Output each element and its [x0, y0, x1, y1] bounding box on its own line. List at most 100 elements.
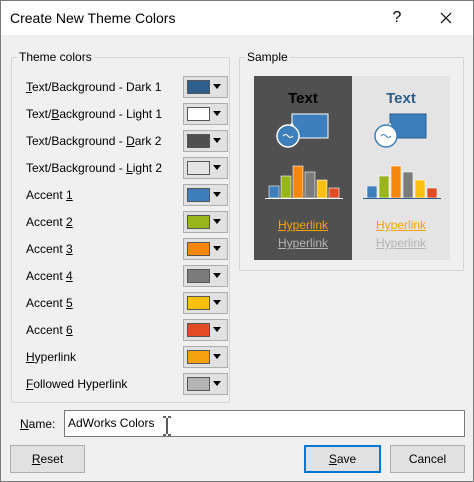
color-row: Accent 3	[26, 238, 228, 260]
sample-bar	[292, 165, 304, 199]
color-row-label: Accent 4	[26, 269, 73, 283]
color-swatch	[187, 134, 210, 148]
color-swatch	[187, 161, 210, 175]
dialog-title: Create New Theme Colors	[10, 10, 176, 26]
sample-dark-text: Text	[288, 90, 318, 107]
text-cursor-icon	[163, 416, 171, 436]
sample-bar	[316, 179, 328, 199]
color-swatch	[187, 296, 210, 310]
color-row: Accent 5	[26, 292, 228, 314]
dropdown-arrow-icon	[213, 84, 221, 89]
color-swatch	[187, 323, 210, 337]
color-row-label: Accent 3	[26, 242, 73, 256]
color-picker-dropdown[interactable]	[183, 76, 228, 98]
sample-preview: Text Hyperlink Hyperlink Text Hyperlink …	[254, 76, 450, 260]
dialog-window: Create New Theme Colors ? Theme colors T…	[0, 0, 474, 482]
color-picker-dropdown[interactable]	[183, 211, 228, 233]
sample-group: Sample Text Hyperlink Hyperlink Text Hyp…	[239, 50, 464, 271]
dropdown-arrow-icon	[213, 111, 221, 116]
color-swatch	[187, 107, 210, 121]
sample-light-panel: Text Hyperlink Hyperlink	[352, 76, 450, 260]
color-swatch	[187, 188, 210, 202]
color-swatch	[187, 242, 210, 256]
close-icon	[440, 12, 452, 24]
color-row: Text/Background - Dark 1	[26, 76, 228, 98]
color-row: Accent 1	[26, 184, 228, 206]
sample-light-bars-icon	[363, 165, 441, 199]
sample-bar	[414, 179, 426, 199]
theme-colors-group: Theme colors Text/Background - Dark 1 Tex…	[11, 50, 230, 403]
dropdown-arrow-icon	[213, 192, 221, 197]
dropdown-arrow-icon	[213, 273, 221, 278]
sample-bar	[390, 165, 402, 199]
color-row-label: Accent 5	[26, 296, 73, 310]
color-row-label: Text/Background - Dark 1	[26, 80, 162, 94]
color-picker-dropdown[interactable]	[183, 319, 228, 341]
color-picker-dropdown[interactable]	[183, 157, 228, 179]
color-swatch	[187, 215, 210, 229]
color-picker-dropdown[interactable]	[183, 373, 228, 395]
color-picker-dropdown[interactable]	[183, 292, 228, 314]
sample-dark-bars-icon	[265, 165, 343, 199]
title-bar: Create New Theme Colors ?	[1, 1, 473, 35]
color-swatch	[187, 269, 210, 283]
color-row: Accent 2	[26, 211, 228, 233]
color-picker-dropdown[interactable]	[183, 346, 228, 368]
color-row: Text/Background - Dark 2	[26, 130, 228, 152]
color-row-label: Text/Background - Light 2	[26, 161, 163, 175]
color-row: Accent 6	[26, 319, 228, 341]
theme-colors-legend: Theme colors	[17, 50, 94, 64]
color-row-label: Accent 1	[26, 188, 73, 202]
color-swatch	[187, 350, 210, 364]
reset-button[interactable]: Reset	[10, 445, 85, 473]
color-picker-dropdown[interactable]	[183, 184, 228, 206]
save-button[interactable]: Save	[304, 445, 381, 473]
cancel-button[interactable]: Cancel	[390, 445, 465, 473]
color-row: Hyperlink	[26, 346, 228, 368]
dropdown-arrow-icon	[213, 354, 221, 359]
sample-bar	[402, 171, 414, 199]
sample-bar	[366, 185, 378, 199]
sample-bar	[280, 175, 292, 199]
sample-bar	[378, 175, 390, 199]
color-row: Text/Background - Light 2	[26, 157, 228, 179]
sample-dark-shapes-icon	[276, 113, 329, 148]
color-row: Accent 4	[26, 265, 228, 287]
color-picker-dropdown[interactable]	[183, 103, 228, 125]
name-label: Name:	[20, 417, 56, 431]
sample-light-shapes-icon	[374, 113, 427, 148]
dropdown-arrow-icon	[213, 246, 221, 251]
sample-bar	[426, 187, 438, 199]
sample-legend: Sample	[245, 50, 290, 64]
sample-light-text: Text	[386, 90, 416, 107]
sample-bar	[304, 171, 316, 199]
color-row: Followed Hyperlink	[26, 373, 228, 395]
sample-bar	[328, 187, 340, 199]
color-swatch	[187, 80, 210, 94]
color-picker-dropdown[interactable]	[183, 265, 228, 287]
color-row-label: Hyperlink	[26, 350, 77, 364]
dropdown-arrow-icon	[213, 165, 221, 170]
sample-light-hyperlink: Hyperlink	[375, 218, 426, 232]
color-row-label: Text/Background - Dark 2	[26, 134, 162, 148]
dropdown-arrow-icon	[213, 327, 221, 332]
sample-dark-hyperlink: Hyperlink	[277, 218, 328, 232]
dropdown-arrow-icon	[213, 138, 221, 143]
color-row-label: Accent 6	[26, 323, 73, 337]
dropdown-arrow-icon	[213, 219, 221, 224]
dropdown-arrow-icon	[213, 381, 221, 386]
sample-dark-followed-hyperlink: Hyperlink	[277, 236, 328, 250]
color-row-label: Followed Hyperlink	[26, 377, 128, 391]
sample-bar	[268, 185, 280, 199]
sample-dark-panel: Text Hyperlink Hyperlink	[254, 76, 352, 260]
color-row-label: Text/Background - Light 1	[26, 107, 163, 121]
color-row-label: Accent 2	[26, 215, 73, 229]
close-button[interactable]	[431, 4, 461, 32]
color-row: Text/Background - Light 1	[26, 103, 228, 125]
dropdown-arrow-icon	[213, 300, 221, 305]
color-picker-dropdown[interactable]	[183, 130, 228, 152]
color-picker-dropdown[interactable]	[183, 238, 228, 260]
name-input[interactable]: AdWorks Colors	[64, 410, 465, 437]
help-button[interactable]: ?	[383, 4, 411, 32]
sample-light-followed-hyperlink: Hyperlink	[375, 236, 426, 250]
